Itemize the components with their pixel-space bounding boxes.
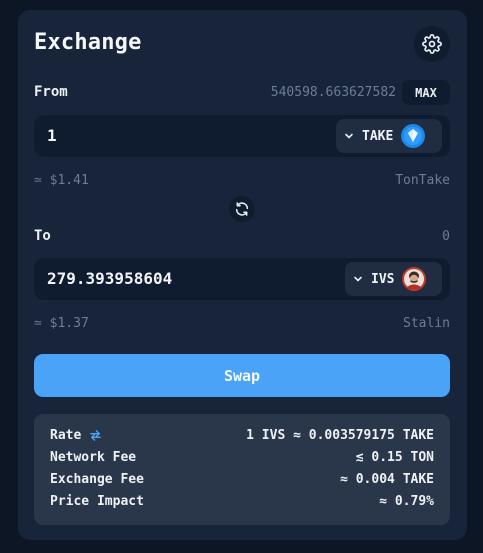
take-token-icon <box>401 124 426 148</box>
page-title: Exchange <box>34 30 142 55</box>
price-impact-value: ≈ 0.79% <box>379 494 434 509</box>
from-label: From <box>34 84 68 100</box>
to-usd-value: ≃ $1.37 <box>34 316 89 331</box>
from-token-symbol: TAKE <box>362 128 394 144</box>
rate-label: Rate <box>50 428 82 443</box>
to-amount-field: IVS <box>34 258 450 300</box>
exchange-fee-row: Exchange Fee ≈ 0.004 TAKE <box>50 472 434 492</box>
rate-swap-icon[interactable] <box>89 429 102 442</box>
chevron-down-icon <box>345 133 353 139</box>
rate-value: 1 IVS ≈ 0.003579175 TAKE <box>246 428 434 443</box>
price-impact-row: Price Impact ≈ 0.79% <box>50 494 434 514</box>
to-label: To <box>34 228 51 244</box>
exchange-card: Exchange From 540598.663627582 MAX TAKE … <box>18 10 467 540</box>
network-fee-value: ≲ 0.15 TON <box>355 450 434 465</box>
to-balance: 0 <box>442 229 450 244</box>
network-fee-row: Network Fee ≲ 0.15 TON <box>50 450 434 470</box>
to-token-symbol: IVS <box>371 271 395 287</box>
swap-direction-button[interactable] <box>229 196 255 222</box>
ivs-token-icon <box>402 267 427 291</box>
rate-row: Rate 1 IVS ≈ 0.003579175 TAKE <box>50 428 434 448</box>
gear-icon <box>422 34 442 54</box>
from-token-name: TonTake <box>395 173 450 188</box>
exchange-fee-value: ≈ 0.004 TAKE <box>340 472 434 487</box>
settings-button[interactable] <box>414 26 450 62</box>
from-usd-value: ≃ $1.41 <box>34 173 89 188</box>
to-token-name: Stalin <box>403 316 450 331</box>
exchange-fee-label: Exchange Fee <box>50 472 144 487</box>
from-amount-field: TAKE <box>34 115 450 157</box>
chevron-down-icon <box>354 276 362 282</box>
price-impact-label: Price Impact <box>50 494 144 509</box>
network-fee-label: Network Fee <box>50 450 137 465</box>
max-button[interactable]: MAX <box>402 80 450 105</box>
from-amount-input[interactable] <box>47 115 327 157</box>
to-amount-input[interactable] <box>47 258 327 300</box>
swap-button[interactable]: Swap <box>34 354 450 397</box>
from-balance: 540598.663627582 <box>270 85 396 100</box>
swap-direction-icon <box>235 202 249 216</box>
from-token-selector[interactable]: TAKE <box>336 119 442 153</box>
to-token-selector[interactable]: IVS <box>345 262 442 296</box>
exchange-details-panel: Rate 1 IVS ≈ 0.003579175 TAKE Network Fe… <box>34 414 450 525</box>
